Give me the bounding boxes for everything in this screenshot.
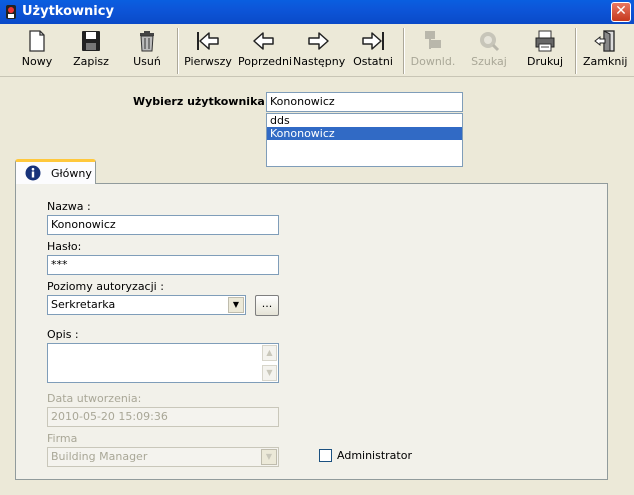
users-window: Użytkownicy ✕ Nowy Zapisz Usuń Pierwszy … — [0, 0, 634, 495]
first-button-label: Pierwszy — [184, 55, 232, 68]
toolbar-separator — [403, 28, 405, 74]
user-list[interactable]: dds Kononowicz — [266, 113, 463, 167]
first-button[interactable]: Pierwszy — [184, 29, 232, 73]
created-date-label: Data utworzenia: — [47, 392, 142, 405]
download-icon — [425, 31, 441, 49]
created-date-field: 2010-05-20 15:09:36 — [47, 407, 279, 427]
exit-button[interactable]: Zamknij — [583, 29, 627, 73]
search-button-label: Szukaj — [471, 55, 507, 68]
last-button[interactable]: Ostatni — [352, 29, 394, 73]
info-icon — [25, 165, 41, 181]
auth-level-select[interactable]: Serkretarka ▼ — [47, 295, 246, 315]
password-field[interactable]: *** — [47, 255, 279, 275]
last-arrow-icon — [362, 32, 384, 50]
toolbar-separator — [177, 28, 179, 74]
user-picker-input[interactable]: Kononowicz — [266, 92, 463, 112]
delete-button[interactable]: Usuń — [124, 29, 170, 73]
exit-button-label: Zamknij — [583, 55, 628, 68]
tab-main-label: Główny — [51, 167, 92, 180]
user-picker-label: Wybierz użytkownika : — [133, 95, 274, 108]
next-button[interactable]: Następny — [293, 29, 346, 73]
new-button-label: Nowy — [21, 55, 53, 68]
scroll-down-icon[interactable]: ▼ — [262, 365, 277, 381]
delete-button-label: Usuń — [133, 55, 161, 68]
exit-door-icon — [594, 30, 615, 52]
next-arrow-icon — [308, 32, 329, 50]
chevron-down-icon: ▼ — [261, 449, 277, 465]
toolbar-separator — [575, 28, 577, 74]
last-button-label: Ostatni — [353, 55, 393, 68]
app-icon — [6, 5, 16, 19]
name-label: Nazwa : — [47, 200, 91, 213]
tab-main[interactable]: Główny — [15, 159, 96, 184]
list-item-selected[interactable]: Kononowicz — [267, 127, 462, 140]
description-field[interactable]: ▲ ▼ — [47, 343, 279, 383]
auth-level-value: Serkretarka — [51, 298, 116, 311]
title-bar: Użytkownicy ✕ — [0, 0, 634, 24]
search-icon — [480, 32, 500, 52]
download-button[interactable]: Downld. — [410, 29, 456, 73]
toolbar: Nowy Zapisz Usuń Pierwszy Poprzedni Nast… — [0, 24, 634, 77]
first-arrow-icon — [197, 32, 219, 50]
chevron-down-icon[interactable]: ▼ — [228, 297, 244, 313]
trash-can-icon — [140, 31, 154, 52]
save-button-label: Zapisz — [73, 55, 109, 68]
download-button-label: Downld. — [410, 55, 456, 68]
scroll-up-icon[interactable]: ▲ — [262, 345, 277, 361]
window-title: Użytkownicy — [22, 4, 114, 19]
previous-button[interactable]: Poprzedni — [238, 29, 293, 73]
new-button[interactable]: Nowy — [14, 29, 60, 73]
administrator-checkbox[interactable] — [319, 449, 332, 462]
company-select: Building Manager ▼ — [47, 447, 279, 467]
save-button[interactable]: Zapisz — [68, 29, 114, 73]
new-document-icon — [29, 30, 45, 52]
name-field[interactable]: Kononowicz — [47, 215, 279, 235]
print-button-label: Drukuj — [526, 55, 564, 68]
auth-level-label: Poziomy autoryzacji : — [47, 280, 164, 293]
auth-level-more-button[interactable]: ... — [255, 295, 279, 316]
close-button[interactable]: ✕ — [611, 2, 631, 22]
administrator-label: Administrator — [337, 449, 412, 462]
floppy-disk-icon — [82, 31, 100, 51]
previous-button-label: Poprzedni — [238, 55, 293, 68]
company-value: Building Manager — [51, 450, 148, 463]
printer-icon — [535, 30, 555, 52]
search-button[interactable]: Szukaj — [468, 29, 510, 73]
next-button-label: Następny — [293, 55, 346, 68]
previous-arrow-icon — [253, 32, 274, 50]
list-item[interactable]: dds — [267, 114, 462, 127]
description-label: Opis : — [47, 328, 79, 341]
password-label: Hasło: — [47, 240, 82, 253]
company-label: Firma — [47, 432, 78, 445]
print-button[interactable]: Drukuj — [524, 29, 566, 73]
